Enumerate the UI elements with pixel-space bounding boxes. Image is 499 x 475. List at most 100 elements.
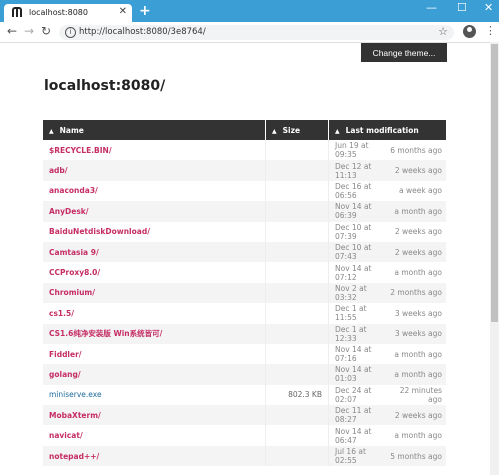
entry-relative-time: 22 minutes ago	[399, 385, 442, 404]
entry-size	[265, 445, 329, 467]
entry-size	[265, 282, 329, 304]
entry-link[interactable]: CCProxy8.0/	[43, 262, 266, 282]
table-row: CS1.6纯净安装版 Win系统皆可/Dec 1 at 12:33 3 weeks…	[43, 323, 446, 344]
entry-relative-time: 2 weeks ago	[388, 405, 446, 426]
sort-arrow-icon: ▲	[49, 127, 54, 135]
entry-link[interactable]: Camtasia 9/	[43, 241, 266, 263]
entry-link[interactable]: BaiduNetdiskDownload/	[43, 222, 266, 242]
table-row: CCProxy8.0/Nov 14 at 07:12 a month ago	[43, 262, 446, 283]
entry-date: Nov 14 at 06:47	[328, 425, 389, 446]
entry-date: Nov 14 at 01:03	[328, 364, 389, 385]
scrollbar-thumb[interactable]	[491, 44, 498, 322]
close-tab-icon[interactable]: ✕	[119, 6, 127, 17]
entry-date: Dec 10 at 07:39	[328, 221, 389, 242]
table-row: miniserve.exe 802.3 KB Dec 24 at 02:07 22 m…	[43, 384, 446, 406]
entry-size	[265, 364, 329, 385]
entry-date: Dec 24 at 02:07	[328, 384, 389, 406]
table-row: adb/Dec 12 at 11:13 2 weeks ago	[43, 160, 446, 181]
entry-size	[265, 303, 329, 324]
new-tab-button[interactable]: +	[139, 3, 151, 19]
entry-link[interactable]: miniserve.exe	[43, 385, 266, 405]
close-window-icon[interactable]: ✕	[484, 1, 493, 14]
name-column-header[interactable]: ▲ Name	[43, 120, 266, 140]
entry-date: Dec 1 at 11:55	[328, 303, 389, 324]
maximize-icon[interactable]: ☐	[457, 1, 467, 14]
entry-size	[265, 201, 329, 222]
entry-relative-time: 2 weeks ago	[388, 160, 446, 181]
entry-link[interactable]: Chromium/	[43, 282, 266, 304]
entry-size: 802.3 KB	[265, 384, 329, 406]
entry-date: Jun 19 at 09:35	[328, 140, 389, 161]
entry-size	[265, 160, 329, 181]
entry-date: Dec 16 at 06:56	[328, 180, 389, 202]
table-row: notepad++/ Jul 16 at 02:55 5 months ago	[43, 445, 446, 467]
info-icon[interactable]: i	[65, 27, 76, 38]
table-row: navicat/Nov 14 at 06:47 a month ago	[43, 425, 446, 446]
menu-icon[interactable]: ⋮	[485, 24, 496, 37]
entry-link[interactable]: adb/	[43, 160, 266, 181]
entry-link[interactable]: AnyDesk/	[43, 201, 266, 222]
entry-size	[265, 241, 329, 263]
entry-date: Jul 16 at 02:55	[328, 445, 389, 467]
entry-size	[265, 343, 329, 365]
table-row: MobaXterm/Dec 11 at 08:27 2 weeks ago	[43, 405, 446, 426]
entry-date: Dec 1 at 12:33	[328, 323, 389, 344]
entry-relative-time: 5 months ago	[388, 445, 446, 467]
entry-relative-time: a month ago	[394, 431, 442, 441]
entry-size	[265, 405, 329, 426]
file-listing-table: ▲ Name ▲ Size ▲ Last modification $RECYCLE.…	[43, 120, 446, 467]
forward-icon[interactable]: →	[24, 24, 34, 38]
entry-date: Dec 10 at 07:43	[328, 241, 389, 263]
entry-link[interactable]: golang/	[43, 364, 266, 385]
page-title: localhost:8080/	[44, 78, 166, 94]
bookmark-star-icon[interactable]: ☆	[438, 25, 448, 38]
entry-relative-time: a month ago	[388, 364, 446, 385]
tab-strip: localhost:8080 ✕ + — ☐ ✕	[0, 0, 499, 22]
table-row: Fiddler/Nov 14 at 07:16 a month ago	[43, 343, 446, 365]
table-row: cs1.5/Dec 1 at 11:55 3 weeks ago	[43, 303, 446, 324]
entry-relative-time: 3 weeks ago	[388, 323, 446, 344]
entry-date: Nov 2 at 03:32	[328, 282, 389, 304]
modified-column-header[interactable]: ▲ Last modification	[328, 120, 446, 140]
entry-size	[265, 323, 329, 344]
entry-relative-time: 2 months ago	[388, 282, 446, 304]
entry-size	[265, 262, 329, 283]
entry-link[interactable]: notepad++/	[43, 445, 266, 467]
entry-size	[265, 221, 329, 242]
back-icon[interactable]: ←	[7, 24, 17, 38]
profile-avatar-icon[interactable]	[463, 25, 476, 38]
entry-size	[265, 140, 329, 161]
sort-arrow-icon: ▲	[335, 127, 340, 135]
address-bar[interactable]: i http://localhost:8080/3e8764/ ☆	[59, 25, 454, 40]
entry-relative-time: 6 months ago	[390, 145, 442, 155]
entry-size	[265, 180, 329, 202]
entry-link[interactable]: anaconda3/	[43, 181, 266, 201]
table-row: Chromium/Nov 2 at 03:32 2 months ago	[43, 282, 446, 304]
reload-icon[interactable]: ↻	[41, 24, 51, 38]
table-header-row: ▲ Name ▲ Size ▲ Last modification	[43, 120, 446, 140]
entry-link[interactable]: cs1.5/	[43, 303, 266, 323]
browser-toolbar: ← → ↻ i http://localhost:8080/3e8764/ ☆	[0, 22, 499, 43]
entry-link[interactable]: navicat/	[43, 425, 266, 445]
entry-relative-time: 2 weeks ago	[394, 227, 442, 237]
change-theme-button[interactable]: Change theme...	[361, 43, 447, 62]
size-column-header[interactable]: ▲ Size	[265, 120, 329, 140]
entry-relative-time: a month ago	[394, 349, 442, 359]
entry-size	[265, 425, 329, 446]
entry-link[interactable]: MobaXterm/	[43, 405, 266, 426]
entry-date: Nov 14 at 06:39	[328, 201, 389, 222]
favicon-icon	[12, 7, 22, 17]
entry-link[interactable]: $RECYCLE.BIN/	[43, 140, 266, 160]
table-row: AnyDesk/Nov 14 at 06:39 a month ago	[43, 201, 446, 222]
table-body: $RECYCLE.BIN/Jun 19 at 09:35 6 months ago…	[43, 140, 446, 467]
entry-date: Nov 14 at 07:12	[328, 262, 389, 283]
entry-link[interactable]: CS1.6纯净安装版 Win系统皆可/	[43, 323, 266, 344]
table-row: golang/Nov 14 at 01:03 a month ago	[43, 364, 446, 385]
entry-relative-time: 3 weeks ago	[394, 308, 442, 318]
table-row: Camtasia 9/Dec 10 at 07:43 2 weeks ago	[43, 241, 446, 263]
sort-arrow-icon: ▲	[272, 127, 277, 135]
table-row: $RECYCLE.BIN/Jun 19 at 09:35 6 months ago	[43, 140, 446, 161]
browser-tab[interactable]: localhost:8080 ✕	[4, 4, 132, 22]
entry-link[interactable]: Fiddler/	[43, 344, 266, 364]
minimize-icon[interactable]: —	[426, 1, 437, 14]
